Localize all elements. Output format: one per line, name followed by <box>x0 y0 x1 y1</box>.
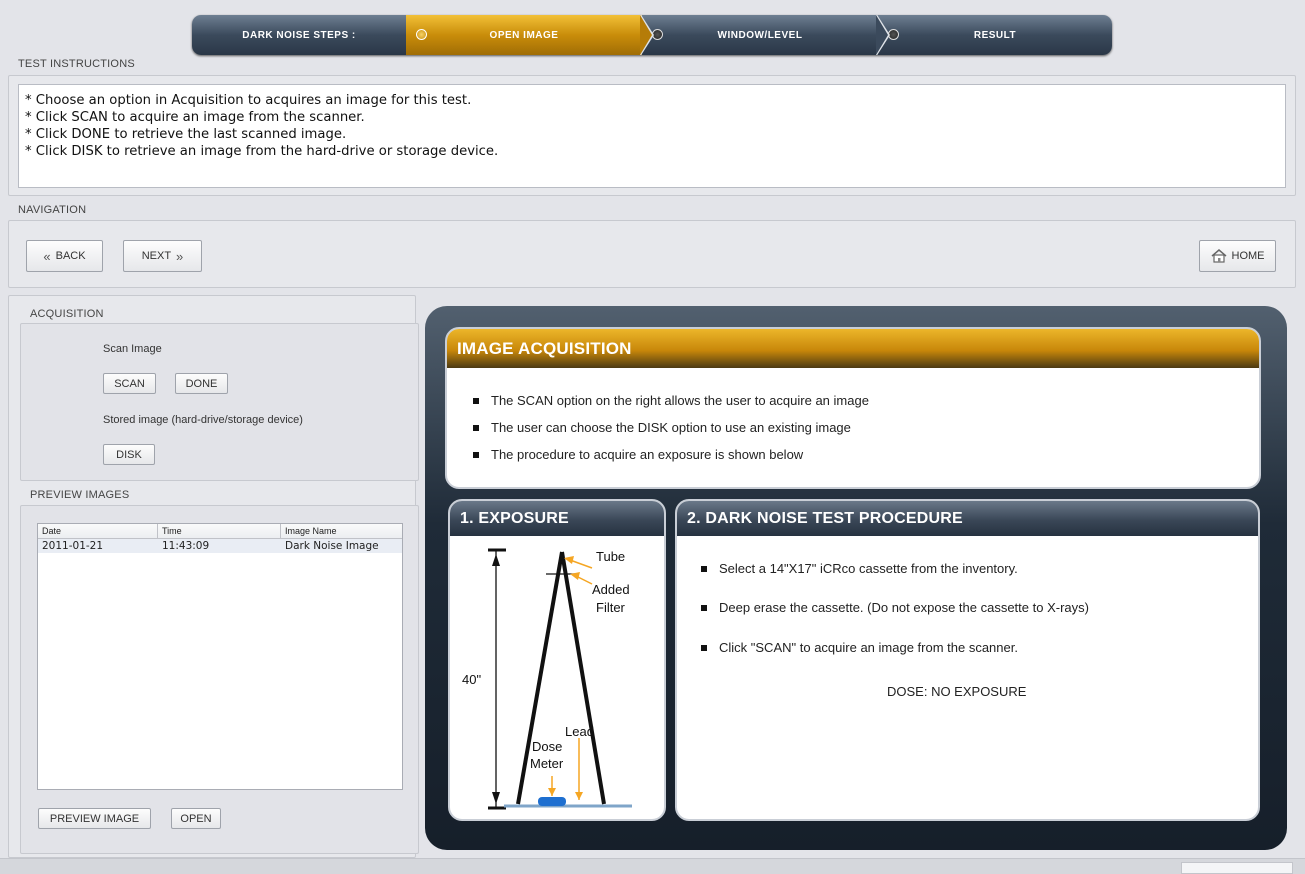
procedure-bullet: Select a 14"X17" iCRco cassette from the… <box>701 561 1018 576</box>
acquisition-bullet: The user can choose the DISK option to u… <box>473 420 851 435</box>
back-button[interactable]: « BACK <box>26 240 103 272</box>
status-box <box>1181 862 1293 874</box>
next-button[interactable]: NEXT » <box>123 240 202 272</box>
scan-button[interactable]: SCAN <box>103 373 156 394</box>
instruction-line: * Click SCAN to acquire an image from th… <box>25 110 365 125</box>
status-bar <box>0 858 1305 874</box>
table-header: Date Time Image Name <box>38 524 402 539</box>
acquisition-bullet: The SCAN option on the right allows the … <box>473 393 869 408</box>
disk-button[interactable]: DISK <box>103 444 155 465</box>
previous-images-label: PREVIEW IMAGES <box>30 489 130 501</box>
instructions-box: * Choose an option in Acquisition to acq… <box>18 84 1286 188</box>
dose-text: DOSE: NO EXPOSURE <box>887 684 1027 699</box>
step-indicator-icon <box>416 29 427 40</box>
acquisition-bullet: The procedure to acquire an exposure is … <box>473 447 803 462</box>
acquisition-panel <box>20 323 419 481</box>
procedure-title: 2. DARK NOISE TEST PROCEDURE <box>677 501 1258 536</box>
label-added: Added <box>592 582 630 597</box>
label-lead: Lead <box>565 724 594 739</box>
column-header-date[interactable]: Date <box>38 524 158 538</box>
double-chevron-left-icon: « <box>43 248 51 264</box>
preview-image-button[interactable]: PREVIEW IMAGE <box>38 808 151 829</box>
label-dose: Dose <box>532 739 563 754</box>
instruction-line: * Click DISK to retrieve an image from t… <box>25 144 499 159</box>
cell-time: 11:43:09 <box>162 540 210 552</box>
column-header-time[interactable]: Time <box>158 524 281 538</box>
image-acquisition-card: IMAGE ACQUISITION <box>445 327 1261 489</box>
exposure-title: 1. EXPOSURE <box>450 501 664 536</box>
home-button[interactable]: HOME <box>1199 240 1276 272</box>
navigation-label: NAVIGATION <box>18 204 87 216</box>
open-button[interactable]: OPEN <box>171 808 221 829</box>
home-icon <box>1211 249 1226 263</box>
step-open-image[interactable]: OPEN IMAGE <box>406 15 654 55</box>
procedure-bullet: Click "SCAN" to acquire an image from th… <box>701 640 1018 655</box>
instruction-line: * Choose an option in Acquisition to acq… <box>25 93 472 108</box>
cell-date: 2011-01-21 <box>42 540 104 552</box>
steps-bar: DARK NOISE STEPS : OPEN IMAGE WINDOW/LEV… <box>192 15 1112 55</box>
procedure-bullet: Deep erase the cassette. (Do not expose … <box>701 600 1089 615</box>
done-button[interactable]: DONE <box>175 373 228 394</box>
double-chevron-right-icon: » <box>176 248 184 264</box>
column-header-image-name[interactable]: Image Name <box>281 524 402 538</box>
instruction-line: * Click DONE to retrieve the last scanne… <box>25 127 347 142</box>
step-window-level[interactable]: WINDOW/LEVEL <box>642 15 890 55</box>
stored-image-label: Stored image (hard-drive/storage device) <box>103 414 303 426</box>
image-acquisition-title: IMAGE ACQUISITION <box>447 329 1259 368</box>
label-meter: Meter <box>530 756 564 771</box>
test-instructions-label: TEST INSTRUCTIONS <box>18 58 135 70</box>
procedure-card: 2. DARK NOISE TEST PROCEDURE <box>675 499 1260 821</box>
label-tube: Tube <box>596 549 626 564</box>
label-distance: 40" <box>462 672 482 687</box>
cell-image-name: Dark Noise Image <box>285 540 379 552</box>
exposure-diagram <box>488 548 632 810</box>
label-filter: Filter <box>596 600 625 615</box>
scan-image-label: Scan Image <box>103 343 162 355</box>
step-result[interactable]: RESULT <box>878 15 1112 55</box>
acquisition-label: ACQUISITION <box>30 308 104 320</box>
steps-title: DARK NOISE STEPS : <box>242 29 356 41</box>
previous-images-table: Date Time Image Name 2011-01-21 11:43:09… <box>37 523 403 790</box>
table-row[interactable]: 2011-01-21 11:43:09 Dark Noise Image <box>38 539 402 553</box>
